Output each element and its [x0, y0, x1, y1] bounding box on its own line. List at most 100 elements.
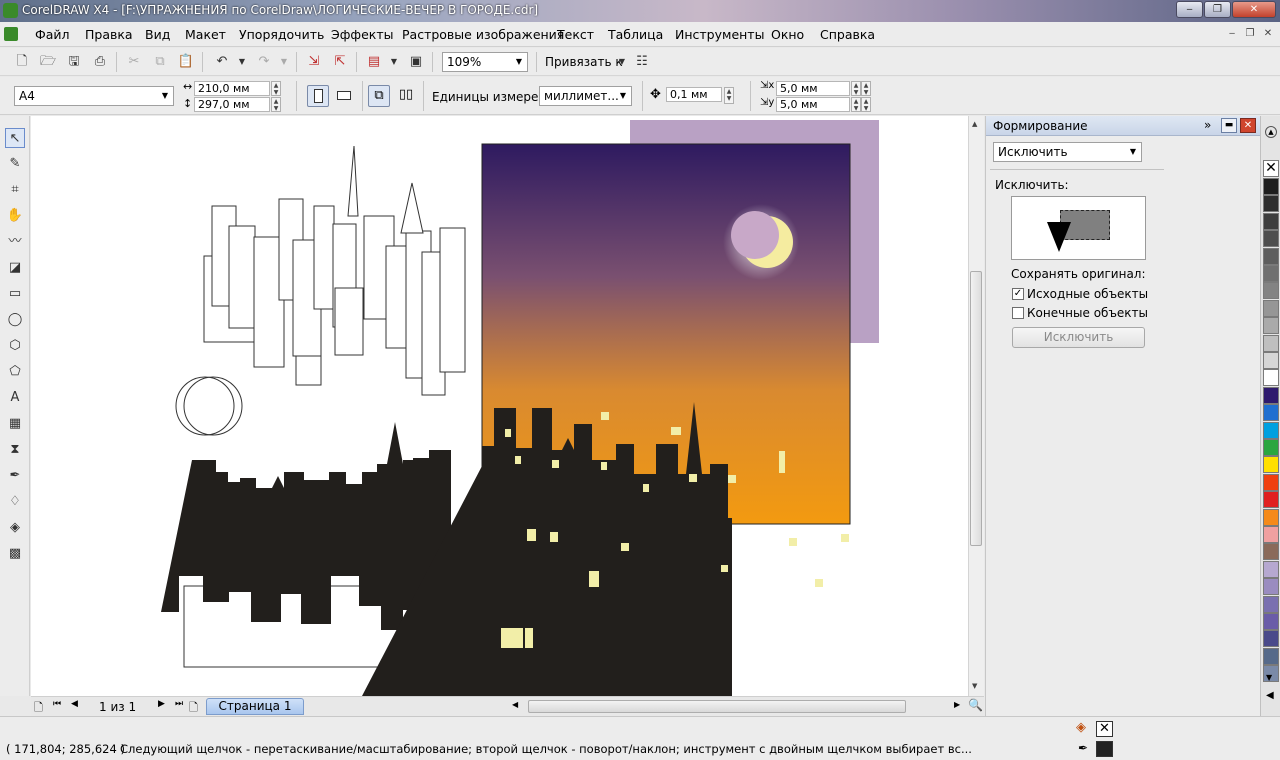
color-swatch[interactable]: [1263, 178, 1279, 195]
height-spinner[interactable]: ▲ ▼: [271, 97, 281, 112]
color-swatch[interactable]: [1263, 334, 1279, 352]
page-height-field[interactable]: 297,0 мм: [194, 97, 270, 112]
color-swatch[interactable]: [1263, 404, 1279, 422]
vertical-scrollbar[interactable]: ▲ ▼: [968, 116, 984, 696]
rectangle-tool-icon[interactable]: ▭: [5, 284, 25, 304]
color-swatch[interactable]: [1263, 386, 1279, 404]
copy-icon[interactable]: ⧉: [150, 52, 170, 72]
scroll-right-icon[interactable]: ▶: [954, 700, 960, 709]
docker-expand-icon[interactable]: »: [1204, 118, 1211, 132]
zoom-level-combo[interactable]: 109% ▼: [442, 52, 528, 72]
save-icon[interactable]: 🖫: [64, 52, 84, 72]
redo-dropdown-icon[interactable]: ▼: [274, 52, 294, 72]
color-swatch[interactable]: [1263, 230, 1279, 248]
color-swatch[interactable]: [1263, 299, 1279, 317]
color-swatch[interactable]: [1263, 317, 1279, 335]
outline-tool-icon[interactable]: ♢: [5, 492, 25, 512]
interactive-fill-tool-icon[interactable]: ▩: [5, 544, 25, 564]
color-swatch[interactable]: [1263, 526, 1279, 543]
color-swatch[interactable]: [1263, 352, 1279, 369]
first-page-icon[interactable]: ⏮: [53, 699, 61, 709]
current-page-icon[interactable]: ▯▯: [395, 85, 417, 107]
next-page-icon[interactable]: ▶: [158, 699, 165, 709]
fill-color-icon[interactable]: ◈: [1076, 720, 1086, 735]
duplicate-distance-x-field[interactable]: 5,0 мм: [776, 81, 850, 96]
shaping-mode-combo[interactable]: Исключить ▼: [993, 142, 1142, 162]
color-swatch[interactable]: [1263, 439, 1279, 456]
menu-bitmaps[interactable]: Растровые изображения: [402, 27, 564, 42]
menu-file[interactable]: Файл: [35, 27, 70, 42]
scroll-up-icon[interactable]: ▲: [972, 120, 977, 128]
duplicate-x-spinner-2[interactable]: ▲ ▼: [861, 81, 871, 96]
interactive-blend-tool-icon[interactable]: ⧗: [5, 440, 25, 460]
print-icon[interactable]: ⎙: [90, 52, 110, 72]
landscape-button[interactable]: [334, 85, 356, 107]
app-launcher-icon[interactable]: ▤: [364, 52, 384, 72]
export-icon[interactable]: ⇱: [330, 52, 350, 72]
duplicate-distance-y-field[interactable]: 5,0 мм: [776, 97, 850, 112]
pan-tool-icon[interactable]: ✋: [5, 206, 25, 226]
nudge-spinner[interactable]: ▲ ▼: [724, 87, 734, 104]
doc-close-icon[interactable]: ✕: [1262, 28, 1274, 40]
color-swatch[interactable]: [1263, 560, 1279, 578]
snap-to-dropdown-icon[interactable]: ▼: [612, 52, 632, 72]
open-icon[interactable]: 🗁: [38, 52, 58, 72]
menu-layout[interactable]: Макет: [185, 27, 226, 42]
eyedropper-tool-icon[interactable]: ✒: [5, 466, 25, 486]
cut-icon[interactable]: ✂: [124, 52, 144, 72]
color-swatch[interactable]: [1263, 195, 1279, 213]
menu-effects[interactable]: Эффекты: [331, 27, 394, 42]
tab-page-1[interactable]: Страница 1: [206, 698, 304, 715]
menu-text[interactable]: Текст: [557, 27, 594, 42]
nudge-distance-field[interactable]: 0,1 мм: [666, 87, 722, 102]
minimize-button[interactable]: ‒: [1176, 1, 1203, 18]
color-swatch[interactable]: [1263, 369, 1279, 387]
portrait-button[interactable]: [307, 85, 329, 107]
pick-tool-icon[interactable]: ↖: [5, 128, 25, 148]
fill-tool-icon[interactable]: ◈: [5, 518, 25, 538]
menu-window[interactable]: Окно: [771, 27, 804, 42]
color-swatch[interactable]: [1263, 630, 1279, 648]
zoom-navigator-icon[interactable]: 🔍: [968, 698, 983, 712]
color-swatch[interactable]: [1263, 282, 1279, 300]
fill-swatch-none[interactable]: ✕: [1096, 721, 1113, 737]
menu-tools[interactable]: Инструменты: [675, 27, 764, 42]
source-objects-checkbox[interactable]: ✓: [1012, 288, 1024, 300]
color-swatch[interactable]: [1263, 456, 1279, 474]
duplicate-y-spinner-2[interactable]: ▲ ▼: [861, 97, 871, 112]
color-swatch[interactable]: [1263, 595, 1279, 613]
new-icon[interactable]: 🗋: [12, 52, 32, 72]
color-swatch[interactable]: [1263, 473, 1279, 491]
color-swatch[interactable]: [1263, 578, 1279, 596]
undo-dropdown-icon[interactable]: ▼: [232, 52, 252, 72]
color-swatch[interactable]: [1263, 212, 1279, 230]
basic-shapes-tool-icon[interactable]: ⬠: [5, 362, 25, 382]
doc-minimize-icon[interactable]: ‒: [1226, 28, 1238, 40]
menu-table[interactable]: Таблица: [608, 27, 663, 42]
polygon-tool-icon[interactable]: ⬡: [5, 336, 25, 356]
color-swatch[interactable]: [1263, 491, 1279, 509]
page-size-combo[interactable]: A4 ▼: [14, 86, 174, 106]
exclude-apply-button[interactable]: Исключить: [1012, 327, 1145, 348]
last-page-icon[interactable]: ⏭: [175, 699, 183, 709]
horizontal-scroll-thumb[interactable]: [528, 700, 906, 713]
prev-page-icon[interactable]: ◀: [71, 699, 78, 709]
paste-icon[interactable]: 📋: [176, 52, 196, 72]
redo-icon[interactable]: ↷: [254, 52, 274, 72]
docker-close-icon[interactable]: ✕: [1240, 118, 1256, 133]
docker-minimize-icon[interactable]: ▬: [1221, 118, 1237, 133]
ellipse-tool-icon[interactable]: ◯: [5, 310, 25, 330]
welcome-screen-icon[interactable]: ▣: [406, 52, 426, 72]
snap-to-label[interactable]: Привязать к: [545, 55, 623, 69]
vertical-scroll-thumb[interactable]: [970, 271, 982, 546]
page-width-field[interactable]: 210,0 мм: [194, 81, 270, 96]
close-button[interactable]: ✕: [1232, 1, 1276, 18]
menu-view[interactable]: Вид: [145, 27, 170, 42]
color-swatch[interactable]: [1263, 421, 1279, 439]
drawing-canvas[interactable]: [31, 116, 968, 696]
target-objects-checkbox[interactable]: [1012, 307, 1024, 319]
import-icon[interactable]: ⇲: [304, 52, 324, 72]
all-pages-icon[interactable]: ⧉: [368, 85, 390, 107]
palette-expand-icon[interactable]: ◀: [1266, 690, 1274, 701]
outline-swatch-black[interactable]: [1096, 741, 1113, 757]
